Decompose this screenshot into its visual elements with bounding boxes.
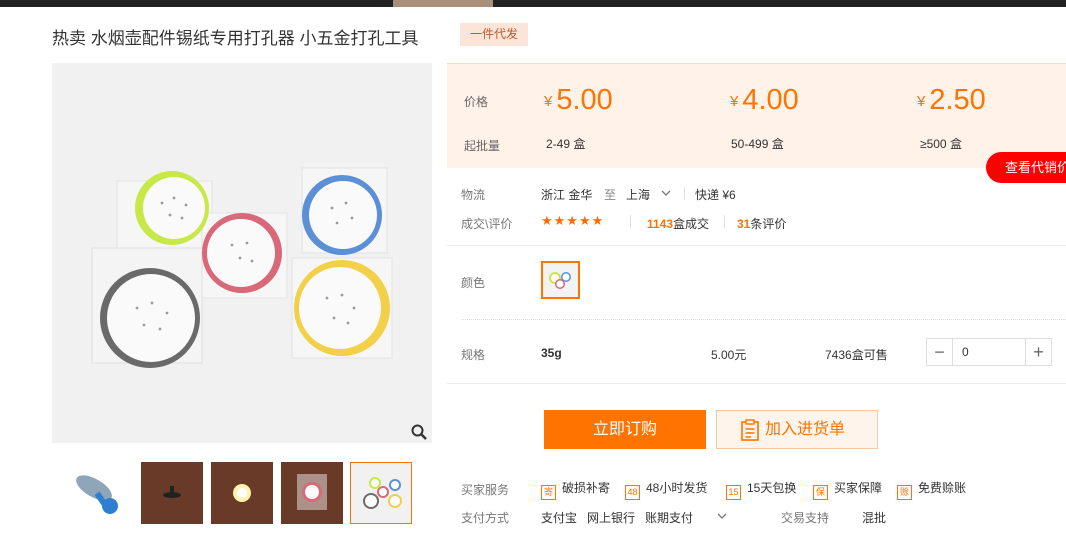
product-title: 热卖 水烟壶配件锡纸专用打孔器 小五金打孔工具 bbox=[52, 29, 419, 48]
buyer-services-label: 买家服务 bbox=[461, 483, 510, 497]
dropship-tag[interactable]: 一件代发 bbox=[460, 23, 528, 46]
thumbnail-strip bbox=[52, 462, 432, 526]
service-label: 破损补寄 bbox=[562, 481, 611, 495]
quantity-stepper: − 0 + bbox=[926, 338, 1052, 366]
divider bbox=[447, 245, 1066, 246]
price-panel: 价格 起批量 ¥5.00 ¥4.00 ¥2.50 2-49 盒 50-499 盒… bbox=[447, 63, 1066, 168]
price-value: 5.00 bbox=[556, 84, 613, 116]
service-icon: 保 bbox=[813, 485, 828, 500]
range-tier-2: 50-499 盒 bbox=[731, 137, 784, 151]
review-number: 31 bbox=[737, 217, 751, 231]
separator bbox=[630, 215, 631, 228]
logistics-origin: 浙江 金华 bbox=[541, 188, 593, 202]
add-to-purchase-list-button[interactable]: 加入进货单 bbox=[716, 410, 878, 449]
top-bar-accent bbox=[393, 0, 493, 7]
trade-support-value: 混批 bbox=[862, 511, 887, 525]
separator bbox=[684, 187, 685, 200]
zoom-icon[interactable] bbox=[410, 423, 428, 441]
service-label: 免费赊账 bbox=[918, 481, 967, 495]
service-icon: 寄 bbox=[541, 485, 556, 500]
price-value: 4.00 bbox=[742, 84, 799, 116]
chevron-down-icon[interactable] bbox=[661, 188, 671, 198]
spec-label: 规格 bbox=[461, 348, 486, 362]
price-tier-3: ¥2.50 bbox=[917, 84, 986, 117]
spec-name: 35g bbox=[541, 346, 562, 360]
logistics-label: 物流 bbox=[461, 188, 486, 202]
review-count[interactable]: 31条评价 bbox=[737, 215, 786, 232]
service-label: 买家保障 bbox=[834, 481, 883, 495]
currency-symbol: ¥ bbox=[917, 93, 926, 110]
dotted-divider bbox=[461, 319, 1066, 320]
review-suffix: 条评价 bbox=[750, 217, 787, 231]
spec-stock: 7436盒可售 bbox=[825, 348, 888, 362]
service-icon: 赊 bbox=[897, 485, 912, 500]
price-label: 价格 bbox=[464, 95, 489, 109]
currency-symbol: ¥ bbox=[544, 93, 553, 110]
payment-label: 支付方式 bbox=[461, 511, 510, 525]
thumbnail-1[interactable] bbox=[68, 462, 130, 524]
increase-button[interactable]: + bbox=[1025, 339, 1051, 365]
deals-reviews-label: 成交\评价 bbox=[461, 217, 513, 231]
service-icon: 48 bbox=[625, 485, 640, 500]
thumbnail-5[interactable] bbox=[350, 462, 412, 524]
spec-price: 5.00元 bbox=[711, 348, 747, 362]
deals-suffix: 盒成交 bbox=[673, 217, 710, 231]
service-buyer-protection[interactable]: 保买家保障 bbox=[813, 479, 882, 500]
divider bbox=[447, 383, 1066, 384]
range-tier-1: 2-49 盒 bbox=[546, 137, 586, 151]
service-label: 48小时发货 bbox=[646, 481, 708, 495]
color-label: 颜色 bbox=[461, 276, 486, 290]
thumbnail-4[interactable] bbox=[281, 462, 343, 524]
color-option-swatch[interactable] bbox=[541, 261, 580, 299]
main-product-image[interactable] bbox=[52, 63, 432, 443]
service-breakage-resend[interactable]: 寄破损补寄 bbox=[541, 479, 610, 500]
quantity-input[interactable]: 0 bbox=[954, 339, 1024, 365]
add-to-list-label: 加入进货单 bbox=[765, 421, 846, 438]
top-bar bbox=[0, 0, 1066, 7]
check-dealer-price-button[interactable]: 查看代销价 bbox=[986, 152, 1066, 183]
price-tier-2: ¥4.00 bbox=[730, 84, 799, 117]
service-48h-shipping[interactable]: 48 48小时发货 bbox=[625, 479, 707, 500]
service-free-credit[interactable]: 赊免费赊账 bbox=[897, 479, 966, 500]
logistics-destination[interactable]: 上海 bbox=[626, 186, 650, 203]
deals-number: 1143 bbox=[647, 217, 674, 231]
currency-symbol: ¥ bbox=[730, 93, 739, 110]
payment-credit-term: 账期支付 bbox=[645, 511, 694, 525]
rating-stars: ★★★★★ bbox=[541, 213, 605, 228]
express-fee: 快递 ¥6 bbox=[695, 188, 736, 202]
clipboard-icon bbox=[741, 419, 759, 441]
service-label: 15天包换 bbox=[747, 481, 797, 495]
service-icon: 15 bbox=[726, 485, 741, 500]
service-15day-exchange[interactable]: 15 15天包换 bbox=[726, 479, 796, 500]
thumbnail-2[interactable] bbox=[141, 462, 203, 524]
price-value: 2.50 bbox=[929, 84, 986, 116]
logistics-to: 至 bbox=[604, 188, 617, 202]
chevron-down-icon[interactable] bbox=[717, 511, 727, 521]
range-tier-3: ≥500 盒 bbox=[920, 137, 962, 151]
payment-alipay: 支付宝 bbox=[541, 511, 578, 525]
moq-label: 起批量 bbox=[464, 139, 501, 153]
payment-online-banking: 网上银行 bbox=[587, 511, 636, 525]
thumbnail-3[interactable] bbox=[211, 462, 273, 524]
price-tier-1: ¥5.00 bbox=[544, 84, 613, 117]
trade-support-label: 交易支持 bbox=[781, 511, 830, 525]
product-photo bbox=[52, 63, 432, 443]
decrease-button[interactable]: − bbox=[927, 339, 953, 365]
deals-count[interactable]: 1143盒成交 bbox=[647, 215, 709, 232]
separator bbox=[724, 215, 725, 228]
buy-now-button[interactable]: 立即订购 bbox=[544, 410, 706, 449]
